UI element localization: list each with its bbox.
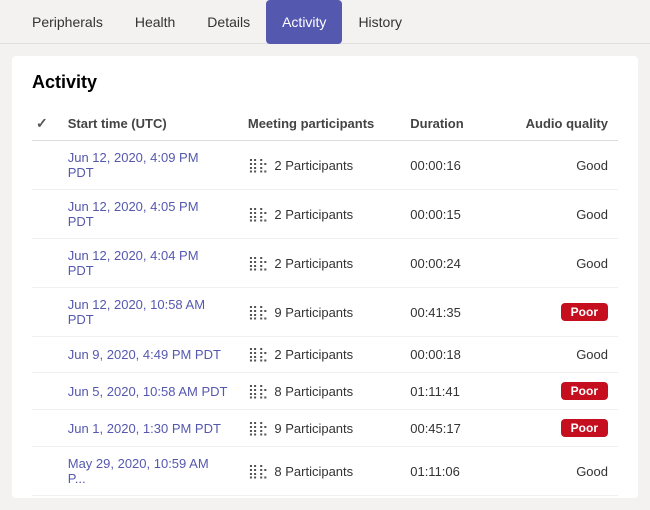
participants-count: 2 Participants	[274, 207, 353, 222]
participants-icon: ⣿⣗	[248, 383, 269, 400]
page-title: Activity	[32, 72, 618, 93]
participants-icon: ⣿⣗	[248, 420, 269, 437]
row-participants: ⣿⣗ 8 Participants	[238, 447, 400, 496]
row-quality: Good	[505, 447, 618, 496]
row-participants: ⣿⣗ 8 Participants	[238, 373, 400, 410]
participants-count: 9 Participants	[274, 305, 353, 320]
participants-icon: ⣿⣗	[248, 463, 269, 480]
row-participants: ⣿⣗ 9 Participants	[238, 288, 400, 337]
row-start-time[interactable]: Jun 9, 2020, 4:49 PM PDT	[58, 337, 238, 373]
row-check	[32, 239, 58, 288]
row-duration: 00:45:17	[400, 410, 505, 447]
table-row: Jun 12, 2020, 4:05 PM PDT ⣿⣗ 2 Participant…	[32, 190, 618, 239]
row-quality: Poor	[505, 410, 618, 447]
col-check: ✓	[32, 107, 58, 141]
participants-icon: ⣿⣗	[248, 206, 269, 223]
row-duration: 01:11:06	[400, 447, 505, 496]
table-row: Jun 9, 2020, 4:49 PM PDT ⣿⣗ 2 Participants…	[32, 337, 618, 373]
participants-icon: ⣿⣗	[248, 304, 269, 321]
tab-history[interactable]: History	[342, 0, 418, 44]
row-participants: ⣿⣗ 2 Participants	[238, 141, 400, 190]
row-check	[32, 337, 58, 373]
row-duration: 00:34:45	[400, 496, 505, 499]
tab-peripherals[interactable]: Peripherals	[16, 0, 119, 44]
row-check	[32, 496, 58, 499]
row-check	[32, 141, 58, 190]
row-check	[32, 447, 58, 496]
row-quality: Good	[505, 141, 618, 190]
row-participants: ⣿⣗ 2 Participants	[238, 190, 400, 239]
row-duration: 01:11:41	[400, 373, 505, 410]
table-row: May 20, 2020, 11:29 AM P...⣿⣗8 Participa…	[32, 496, 618, 499]
table-row: Jun 1, 2020, 1:30 PM PDT ⣿⣗ 9 Participants…	[32, 410, 618, 447]
row-quality: Poor	[505, 373, 618, 410]
row-duration: 00:00:24	[400, 239, 505, 288]
row-start-time[interactable]: May 20, 2020, 11:29 AM P...	[58, 496, 238, 499]
row-quality: Good	[505, 190, 618, 239]
poor-badge: Poor	[561, 303, 608, 321]
table-row: Jun 12, 2020, 4:09 PM PDT ⣿⣗ 2 Participant…	[32, 141, 618, 190]
content-area: Activity ✓ Start time (UTC) Meeting part…	[12, 56, 638, 498]
row-check	[32, 373, 58, 410]
row-duration: 00:00:15	[400, 190, 505, 239]
check-icon: ✓	[36, 115, 48, 131]
participants-count: 8 Participants	[274, 384, 353, 399]
row-participants: ⣿⣗ 2 Participants	[238, 239, 400, 288]
participants-count: 8 Participants	[274, 464, 353, 479]
participants-count: 2 Participants	[274, 256, 353, 271]
row-start-time[interactable]: Jun 12, 2020, 4:05 PM PDT	[58, 190, 238, 239]
col-participants: Meeting participants	[238, 107, 400, 141]
participants-count: 2 Participants	[274, 158, 353, 173]
row-participants: ⣿⣗8 Participants	[238, 496, 400, 499]
row-quality: Good	[505, 337, 618, 373]
participants-icon: ⣿⣗	[248, 255, 269, 272]
row-check	[32, 410, 58, 447]
row-participants: ⣿⣗ 2 Participants	[238, 337, 400, 373]
row-duration: 00:00:18	[400, 337, 505, 373]
row-duration: 00:00:16	[400, 141, 505, 190]
row-duration: 00:41:35	[400, 288, 505, 337]
row-check	[32, 288, 58, 337]
row-quality: Poor	[505, 288, 618, 337]
activity-table: ✓ Start time (UTC) Meeting participants …	[32, 107, 618, 498]
row-start-time[interactable]: Jun 12, 2020, 10:58 AM PDT	[58, 288, 238, 337]
col-duration: Duration	[400, 107, 505, 141]
participants-icon: ⣿⣗	[248, 157, 269, 174]
row-participants: ⣿⣗ 9 Participants	[238, 410, 400, 447]
row-start-time[interactable]: Jun 12, 2020, 4:09 PM PDT	[58, 141, 238, 190]
row-start-time[interactable]: Jun 5, 2020, 10:58 AM PDT	[58, 373, 238, 410]
tab-health[interactable]: Health	[119, 0, 191, 44]
participants-count: 9 Participants	[274, 421, 353, 436]
table-row: Jun 5, 2020, 10:58 AM PDT ⣿⣗ 8 Participant…	[32, 373, 618, 410]
col-start-time: Start time (UTC)	[58, 107, 238, 141]
table-row: Jun 12, 2020, 4:04 PM PDT ⣿⣗ 2 Participant…	[32, 239, 618, 288]
participants-count: 2 Participants	[274, 347, 353, 362]
row-start-time[interactable]: May 29, 2020, 10:59 AM P...	[58, 447, 238, 496]
poor-badge: Poor	[561, 419, 608, 437]
col-quality: Audio quality	[505, 107, 618, 141]
table-row: Jun 12, 2020, 10:58 AM PDT ⣿⣗ 9 Participan…	[32, 288, 618, 337]
row-start-time[interactable]: Jun 1, 2020, 1:30 PM PDT	[58, 410, 238, 447]
table-row: May 29, 2020, 10:59 AM P... ⣿⣗ 8 Participa…	[32, 447, 618, 496]
poor-badge: Poor	[561, 382, 608, 400]
participants-icon: ⣿⣗	[248, 346, 269, 363]
tab-details[interactable]: Details	[191, 0, 266, 44]
tab-bar: PeripheralsHealthDetailsActivityHistory	[0, 0, 650, 44]
tab-activity[interactable]: Activity	[266, 0, 342, 44]
row-check	[32, 190, 58, 239]
row-start-time[interactable]: Jun 12, 2020, 4:04 PM PDT	[58, 239, 238, 288]
row-quality: Good	[505, 239, 618, 288]
row-quality: Good	[505, 496, 618, 499]
